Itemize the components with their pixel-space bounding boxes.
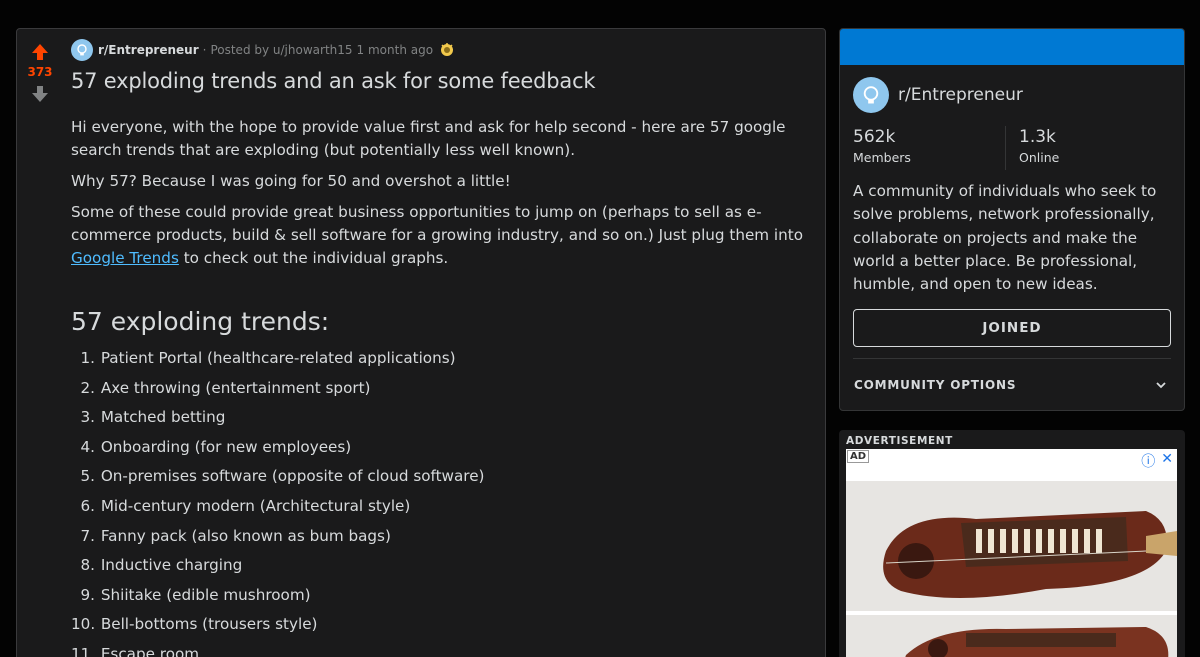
chevron-down-icon [1156, 382, 1166, 389]
post-title[interactable]: 57 exploding trends and an ask for some … [71, 69, 596, 93]
community-options[interactable]: COMMUNITY OPTIONS [853, 358, 1171, 410]
post-body: Hi everyone, with the hope to provide va… [71, 116, 821, 657]
sidebar: r/Entrepreneur 562k Members 1.3k Online … [839, 28, 1185, 657]
post-card: 373 r/Entrepreneur · Posted by u/jhowart… [16, 28, 826, 657]
award-icon[interactable] [439, 42, 455, 58]
posted-by[interactable]: Posted by u/jhowarth15 [210, 43, 352, 57]
advertisement-label: ADVERTISEMENT [846, 435, 953, 448]
ad-controls: ⓘ ✕ [1141, 451, 1173, 471]
subreddit-icon[interactable] [71, 39, 93, 61]
downvote-icon[interactable] [28, 83, 52, 105]
ad-frame[interactable]: AD ⓘ ✕ [846, 449, 1177, 657]
trend-number: 4. [80, 437, 96, 456]
community-description: A community of individuals who seek to s… [853, 182, 1157, 294]
trend-item: 1. Patient Portal (healthcare-related ap… [71, 344, 821, 374]
community-icon[interactable] [853, 77, 889, 113]
online-stat: 1.3k Online [1005, 126, 1157, 170]
upvote-icon[interactable] [28, 41, 52, 63]
ad-image[interactable] [846, 615, 1177, 657]
joined-button[interactable]: JOINED [853, 309, 1171, 348]
trend-text: Inductive charging [100, 556, 243, 575]
trend-item: 11. Escape room [71, 640, 821, 657]
trend-text: Matched betting [100, 408, 226, 427]
vote-count: 373 [27, 65, 53, 79]
trend-text: Patient Portal (healthcare-related appli… [100, 349, 456, 367]
trend-list: 1. Patient Portal (healthcare-related ap… [71, 344, 821, 657]
post-meta: r/Entrepreneur · Posted by u/jhowarth15 … [71, 39, 455, 61]
members-stat: 562k Members [853, 126, 1005, 170]
post-time: 1 month ago [356, 43, 434, 57]
community-stats: 562k Members 1.3k Online [853, 126, 1171, 170]
trend-number: 6. [80, 496, 96, 515]
trend-number: 5. [80, 467, 96, 486]
trend-item: 2. Axe throwing (entertainment sport) [71, 374, 821, 404]
trend-text: Shiitake (edible mushroom) [100, 585, 311, 604]
trend-text: Escape room [100, 644, 200, 657]
trend-number: 7. [80, 526, 96, 545]
post-paragraph-1: Hi everyone, with the hope to provide va… [71, 118, 786, 159]
trend-item: 6. Mid-century modern (Architectural sty… [71, 492, 821, 522]
google-trends-link[interactable]: Google Trends [71, 249, 179, 267]
trend-number: 9. [80, 585, 96, 604]
trend-item: 4. Onboarding (for new employees) [71, 433, 821, 463]
ad-image[interactable] [846, 481, 1177, 612]
trend-item: 9. Shiitake (edible mushroom) [71, 581, 821, 611]
online-count: 1.3k [1019, 127, 1056, 147]
members-label: Members [853, 150, 911, 165]
community-header: r/Entrepreneur [853, 76, 1171, 114]
trend-item: 8. Inductive charging [71, 551, 821, 581]
community-banner [840, 29, 1184, 65]
members-count: 562k [853, 127, 896, 147]
trend-number: 10. [71, 615, 96, 634]
trend-number: 11. [71, 644, 96, 657]
subreddit-link[interactable]: r/Entrepreneur [98, 43, 199, 57]
trend-number: 8. [80, 556, 96, 575]
trend-text: Bell-bottoms (trousers style) [100, 615, 318, 634]
trend-number: 1. [80, 349, 96, 367]
trend-text: Axe throwing (entertainment sport) [100, 378, 371, 397]
paragraph-text: to check out the individual graphs. [178, 249, 449, 267]
list-heading: 57 exploding trends: [71, 307, 330, 336]
trend-item: 5. On-premises software (opposite of clo… [71, 462, 821, 492]
trend-number: 2. [80, 378, 96, 397]
trend-text: Onboarding (for new employees) [100, 437, 352, 456]
ad-close-icon[interactable]: ✕ [1161, 451, 1173, 471]
community-options-label: COMMUNITY OPTIONS [854, 377, 1017, 392]
trend-text: Mid-century modern (Architectural style) [100, 496, 411, 515]
trend-text: Fanny pack (also known as bum bags) [100, 526, 391, 545]
post-paragraph-2: Why 57? Because I was going for 50 and o… [71, 172, 511, 190]
vote-column: 373 [17, 41, 63, 105]
paragraph-text: Some of these could provide great busine… [71, 203, 804, 244]
community-name[interactable]: r/Entrepreneur [898, 85, 1023, 105]
online-label: Online [1019, 150, 1060, 165]
ad-badge: AD [847, 450, 870, 464]
trend-item: 3. Matched betting [71, 403, 821, 433]
ad-info-icon[interactable]: ⓘ [1141, 451, 1155, 471]
trend-item: 7. Fanny pack (also known as bum bags) [71, 522, 821, 552]
trend-number: 3. [80, 408, 96, 427]
trend-text: On-premises software (opposite of cloud … [100, 467, 485, 486]
community-card: r/Entrepreneur 562k Members 1.3k Online … [839, 28, 1185, 412]
trend-item: 10. Bell-bottoms (trousers style) [71, 610, 821, 640]
meta-separator: · [202, 43, 207, 57]
advertisement-card: ADVERTISEMENT AD ⓘ ✕ [839, 430, 1185, 657]
post-paragraph-3: Some of these could provide great busine… [71, 201, 821, 270]
